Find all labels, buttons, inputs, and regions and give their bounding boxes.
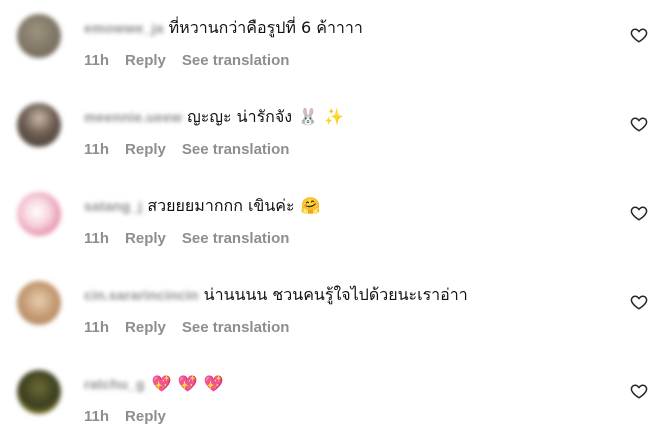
heart-emoji: 💖 <box>177 374 198 393</box>
comment-text: น่านนนน ชวนคนรู้ใจไปด้วยนะเราอ่าา <box>203 284 468 304</box>
heart-emoji: 💖 <box>203 374 224 393</box>
see-translation-button[interactable]: See translation <box>182 230 290 247</box>
comment-item: satang_j สวยยยมากกก เขินค่ะ 🤗 11h Reply … <box>0 178 654 267</box>
comment-text: ที่หวานกว่าคือรูปที่ 6 ค้าาาา <box>168 17 363 37</box>
avatar[interactable] <box>17 14 61 58</box>
comment-username[interactable]: emowwe_ja <box>84 20 164 36</box>
heart-outline-icon[interactable] <box>630 26 648 44</box>
comment-item: ratchu_g 💖 💖 💖 11h Reply <box>0 356 654 427</box>
heart-outline-icon[interactable] <box>630 293 648 311</box>
comment-text: สวยยยมากกก เขินค่ะ <box>147 195 295 215</box>
comment-time: 11h <box>84 229 110 247</box>
comment-username[interactable]: satang_j <box>84 198 142 214</box>
comment-item: meennie.ueew ญะญะ น่ารักจัง 🐰 ✨ 11h Repl… <box>0 89 654 178</box>
heart-outline-icon[interactable] <box>630 382 648 400</box>
avatar[interactable] <box>17 103 61 147</box>
reply-button[interactable]: Reply <box>125 408 166 425</box>
avatar[interactable] <box>17 192 61 236</box>
heart-emoji: 💖 <box>151 374 172 393</box>
comment-time: 11h <box>84 407 110 425</box>
comment-username[interactable]: meennie.ueew <box>84 109 182 125</box>
comment-item: emowwe_ja ที่หวานกว่าคือรูปที่ 6 ค้าาาา … <box>0 0 654 89</box>
see-translation-button[interactable]: See translation <box>182 141 290 158</box>
comment-time: 11h <box>84 140 110 158</box>
reply-button[interactable]: Reply <box>125 319 166 336</box>
see-translation-button[interactable]: See translation <box>182 52 290 69</box>
reply-button[interactable]: Reply <box>125 141 166 158</box>
comment-text: ญะญะ น่ารักจัง <box>187 106 293 126</box>
reply-button[interactable]: Reply <box>125 52 166 69</box>
comment-username[interactable]: cin.sararincincin <box>84 287 199 303</box>
avatar[interactable] <box>17 370 61 414</box>
hugging-face-emoji: 🤗 <box>300 196 321 215</box>
avatar[interactable] <box>17 281 61 325</box>
heart-outline-icon[interactable] <box>630 204 648 222</box>
comment-username[interactable]: ratchu_g <box>84 376 145 392</box>
reply-button[interactable]: Reply <box>125 230 166 247</box>
see-translation-button[interactable]: See translation <box>182 319 290 336</box>
heart-outline-icon[interactable] <box>630 115 648 133</box>
comment-time: 11h <box>84 318 110 336</box>
comment-item: cin.sararincincin น่านนนน ชวนคนรู้ใจไปด้… <box>0 267 654 356</box>
sparkles-emoji: ✨ <box>324 107 344 126</box>
rabbit-emoji: 🐰 <box>298 107 318 126</box>
comment-list: emowwe_ja ที่หวานกว่าคือรูปที่ 6 ค้าาาา … <box>0 0 654 427</box>
comment-time: 11h <box>84 51 110 69</box>
